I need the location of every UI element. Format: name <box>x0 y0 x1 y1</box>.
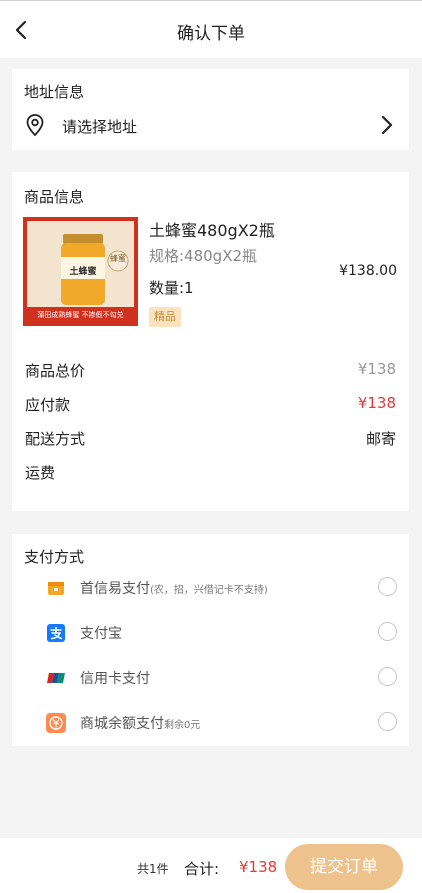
address-card[interactable]: 地址信息 请选择地址 <box>12 69 409 150</box>
payment-section-title: 支付方式 <box>24 548 85 566</box>
goods-section-title: 商品信息 <box>24 188 85 206</box>
product-name: 土蜂蜜480gX2瓶 <box>149 221 275 240</box>
pay-option-alipay[interactable]: 支付宝 <box>46 620 397 646</box>
summary-row-subtotal: 商品总价 ¥138 <box>25 360 396 380</box>
submit-order-button[interactable]: 提交订单 <box>285 844 403 890</box>
summary-row-shipping: 运费 <box>25 462 396 482</box>
product-spec: 规格:480gX2瓶 <box>149 247 258 265</box>
summary-label: 运费 <box>25 464 56 482</box>
product-image: 土蜂蜜 蜂蜜 蒲田成熟蜂蜜 不掺假不勾兑 <box>23 217 138 326</box>
summary-value: ¥138 <box>357 360 396 378</box>
alipay-icon <box>47 624 65 642</box>
goods-card: 商品信息 土蜂蜜 蜂蜜 蒲田成熟蜂蜜 不掺假不勾兑 土蜂蜜480gX2瓶 规格:… <box>12 172 409 511</box>
product-jar-label: 土蜂蜜 <box>69 267 97 277</box>
summary-value: 邮寄 <box>365 430 396 448</box>
select-address-link[interactable]: 请选择地址 <box>62 116 137 137</box>
summary-label: 应付款 <box>25 396 71 414</box>
summary-row-payable: 应付款 ¥138 <box>25 394 396 414</box>
total-label: 合计: <box>184 860 220 878</box>
radio-button[interactable] <box>378 667 397 686</box>
wallet-icon <box>48 582 64 595</box>
location-pin-icon <box>26 114 44 137</box>
pay-option-note: (农，招，兴借记卡不支持) <box>150 585 268 596</box>
chevron-right-icon[interactable] <box>379 113 395 137</box>
top-nav-bar: 确认下单 <box>0 0 422 58</box>
product-banner-text: 蒲田成熟蜂蜜 不掺假不勾兑 <box>37 311 124 319</box>
pay-option-note: 剩余0元 <box>164 720 201 731</box>
pay-option-balance[interactable]: 商城余额支付剩余0元 <box>46 710 397 736</box>
premium-badge: 精品 <box>149 307 181 327</box>
product-quantity: 数量:1 <box>149 279 194 297</box>
pay-option-label: 支付宝 <box>80 626 122 642</box>
radio-button[interactable] <box>378 622 397 641</box>
summary-label: 配送方式 <box>25 430 86 448</box>
pay-option-credit-card[interactable]: 信用卡支付 <box>46 665 397 691</box>
page-title: 确认下单 <box>177 24 245 44</box>
pay-option-label: 商城余额支付剩余0元 <box>80 716 201 732</box>
payment-card: 支付方式 首信易支付(农，招，兴借记卡不支持) 支付宝 信用卡支付 商城余额支付… <box>12 534 409 746</box>
summary-label: 商品总价 <box>25 362 86 380</box>
product-side-text: 蜂蜜 <box>110 254 126 263</box>
unionpay-icon <box>47 673 65 683</box>
total-amount: ¥138 <box>239 858 278 876</box>
summary-row-delivery: 配送方式 邮寄 <box>25 428 396 448</box>
product-price: ¥138.00 <box>339 263 397 279</box>
summary-value: ¥138 <box>357 394 396 412</box>
balance-icon <box>46 713 66 733</box>
pay-option-label: 信用卡支付 <box>80 671 150 687</box>
checkout-bar: 共1件 合计: ¥138 提交订单 <box>0 838 422 893</box>
item-count: 共1件 <box>137 862 169 876</box>
radio-button[interactable] <box>378 577 397 596</box>
radio-button[interactable] <box>378 712 397 731</box>
pay-option-shouxinyi[interactable]: 首信易支付(农，招，兴借记卡不支持) <box>46 575 397 601</box>
pay-option-label: 首信易支付(农，招，兴借记卡不支持) <box>80 581 268 597</box>
address-section-title: 地址信息 <box>24 83 85 101</box>
